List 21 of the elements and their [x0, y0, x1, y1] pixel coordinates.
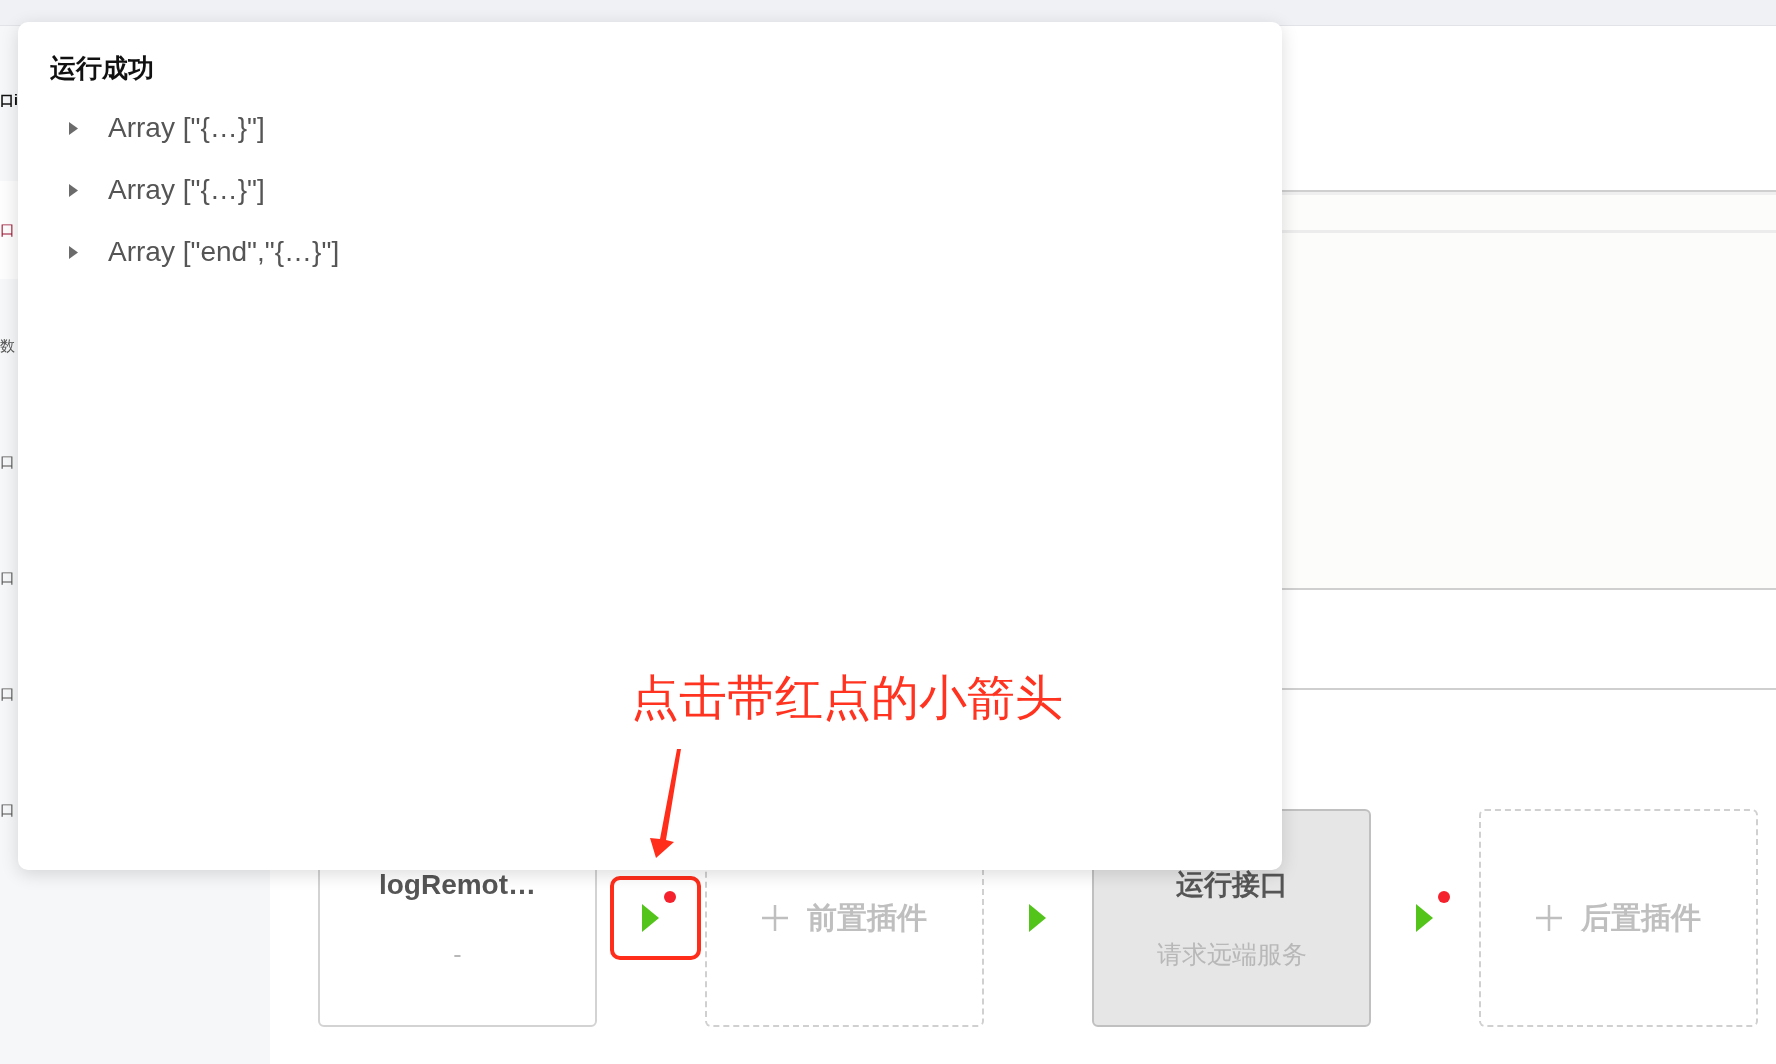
sidebar-item[interactable]: 口 [0, 181, 18, 279]
step-arrow-button[interactable] [610, 876, 701, 960]
tree-node[interactable]: Array ["{…}"] [50, 97, 265, 159]
play-icon [642, 904, 659, 932]
tree-node[interactable]: Array ["{…}"] [50, 159, 265, 221]
popover-title: 运行成功 [50, 52, 154, 85]
annotation-text: 点击带红点的小箭头 [631, 674, 1063, 722]
tree-node[interactable]: Array ["end","{…}"] [50, 221, 340, 283]
play-icon [1029, 904, 1046, 932]
sidebar-title: 口i [0, 91, 18, 110]
plus-icon [762, 905, 788, 931]
sidebar-item[interactable]: 口 [0, 645, 18, 743]
sidebar-item[interactable]: 口 [0, 529, 18, 627]
sidebar-item[interactable]: 口 [0, 413, 18, 511]
plus-icon [1536, 905, 1562, 931]
sidebar-item[interactable]: 数 [0, 297, 18, 395]
card-title: 运行接口 [1175, 871, 1288, 899]
play-icon [1416, 904, 1433, 932]
card-subtitle: - [453, 939, 462, 969]
card-title: logRemot… [378, 871, 537, 899]
sidebar-item[interactable]: 口 [0, 761, 18, 859]
